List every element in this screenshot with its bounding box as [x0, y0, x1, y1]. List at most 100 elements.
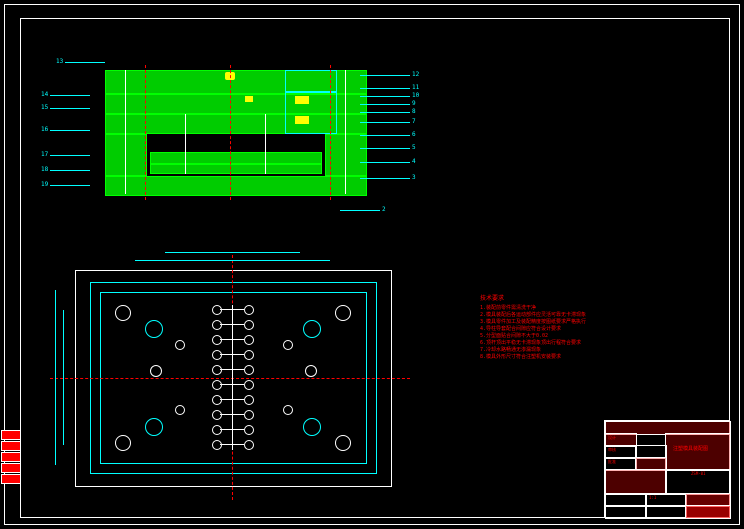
leader [50, 170, 90, 171]
dim-line [63, 310, 64, 445]
notes-line-8: 8.模具外形尺寸符合注塑机安装要求 [480, 354, 561, 361]
leader [50, 95, 90, 96]
side-tabs [1, 430, 21, 485]
hole-i2 [305, 365, 317, 377]
callout-10: 10 [412, 92, 419, 99]
cav [244, 425, 254, 435]
dim-line [135, 260, 330, 261]
guide-3 [145, 418, 163, 436]
tb-cell [685, 505, 731, 519]
tb-cell [645, 505, 687, 519]
tb-designer: 设计 [608, 435, 616, 441]
tb-drawing-name: 注塑模具装配图 [673, 445, 708, 452]
cav [212, 305, 222, 315]
section-view [85, 70, 385, 210]
callout-4: 4 [412, 158, 416, 165]
ejector-plate [150, 152, 322, 164]
callout-3: 3 [412, 174, 416, 181]
pin-2 [265, 114, 266, 174]
tb-approver: 批准 [608, 459, 616, 465]
leader [360, 122, 410, 123]
side-tab [1, 474, 21, 484]
callout-12: 12 [412, 71, 419, 78]
notes-title: 技术要求 [480, 295, 504, 303]
cav [212, 440, 222, 450]
leader [360, 162, 410, 163]
centerline-3 [330, 65, 331, 200]
hole-i4 [283, 340, 293, 350]
leader [360, 88, 410, 89]
cav [244, 320, 254, 330]
notes-line-4: 4.导柱导套配合间隙应符合设计要求 [480, 326, 561, 333]
centerline-2 [230, 65, 231, 200]
hole-bl [115, 435, 131, 451]
leader [50, 185, 90, 186]
cav [244, 305, 254, 315]
leader [360, 96, 410, 97]
callout-14: 14 [41, 91, 48, 98]
main-runner [232, 305, 233, 450]
leader [340, 210, 380, 211]
tb-drawing-no: ZSM-01 [691, 471, 705, 476]
hole-tl [115, 305, 131, 321]
cav [244, 350, 254, 360]
guide-1 [145, 320, 163, 338]
cav [244, 410, 254, 420]
hole-br [335, 435, 351, 451]
leader [360, 148, 410, 149]
dim-line [55, 290, 56, 465]
cav [212, 395, 222, 405]
guide-2 [303, 320, 321, 338]
notes-line-1: 1.装配前零件需清洗干净 [480, 305, 536, 312]
callout-18: 18 [41, 166, 48, 173]
side-tab [1, 452, 21, 462]
leader [360, 178, 410, 179]
cav [212, 410, 222, 420]
tb-cell [605, 469, 667, 495]
tb-scale: 1:1 [649, 495, 656, 500]
leader [360, 112, 410, 113]
callout-13: 13 [56, 58, 63, 65]
side-tab [1, 441, 21, 451]
leader [360, 75, 410, 76]
hole-i3 [175, 340, 185, 350]
bolt-1 [125, 70, 126, 194]
hole-i1 [150, 365, 162, 377]
riser-right [325, 134, 367, 176]
bolt-2 [345, 70, 346, 194]
hole-tr [335, 305, 351, 321]
leader [360, 135, 410, 136]
notes-line-5: 5.分型面贴合间隙不大于0.02 [480, 333, 548, 340]
leader [50, 155, 90, 156]
callout-11: 11 [412, 84, 419, 91]
cav [244, 365, 254, 375]
callout-7: 7 [412, 118, 416, 125]
cav [244, 440, 254, 450]
ejector-retainer [150, 164, 322, 174]
callout-9: 9 [412, 100, 416, 107]
tb-cell [605, 505, 647, 519]
callout-8: 8 [412, 108, 416, 115]
cav [212, 350, 222, 360]
riser-left [105, 134, 147, 176]
guide-4 [303, 418, 321, 436]
title-block: 注塑模具装配图 设计 审核 批准 1:1 ZSM-01 [604, 420, 730, 518]
cavity-array [210, 300, 256, 455]
cav [212, 425, 222, 435]
notes-line-2: 2.模具装配后各运动部件应灵活可靠无卡滞现象 [480, 312, 586, 319]
dim-line [165, 252, 300, 253]
side-tab [1, 430, 21, 440]
leader [65, 62, 105, 63]
cav [244, 335, 254, 345]
callout-2: 2 [382, 206, 386, 213]
tb-cell [665, 433, 731, 471]
callout-19: 19 [41, 181, 48, 188]
hole-i6 [283, 405, 293, 415]
plan-view [75, 270, 390, 485]
pin-1 [185, 114, 186, 174]
hole-i5 [175, 405, 185, 415]
cav [212, 320, 222, 330]
callout-15: 15 [41, 104, 48, 111]
cav [244, 380, 254, 390]
cav [212, 380, 222, 390]
